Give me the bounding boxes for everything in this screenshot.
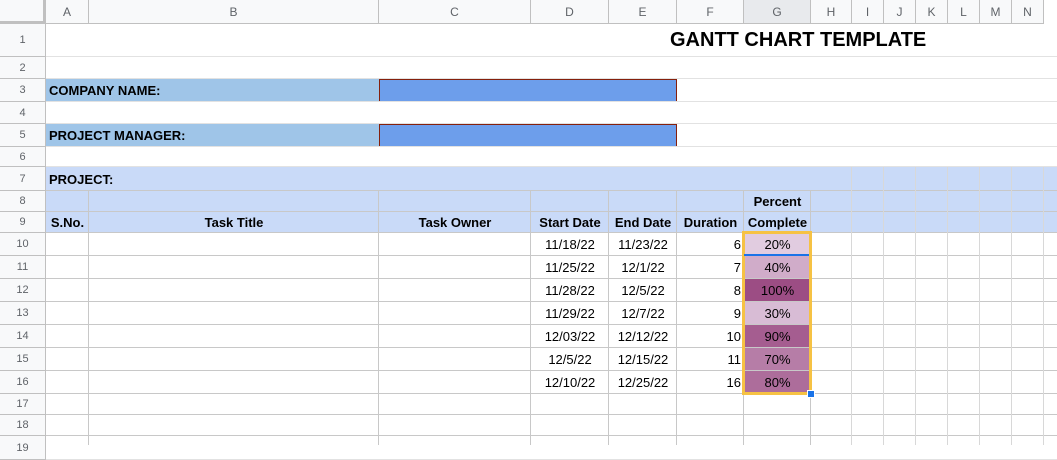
project-label: PROJECT: [49, 171, 114, 187]
gantt-header-fill[interactable] [811, 191, 1057, 233]
column-gridline-top [1011, 24, 1012, 167]
row-header-11[interactable]: 11 [0, 256, 46, 279]
column-gridline [851, 167, 852, 445]
task-owner-header: Task Owner [418, 215, 492, 230]
row-header-19[interactable]: 19 [0, 436, 46, 460]
duration-cell[interactable]: 10 [677, 325, 744, 348]
end-date-cell[interactable]: 12/15/22 [609, 348, 677, 371]
end-date-cell[interactable]: 12/1/22 [609, 256, 677, 279]
row-header-9[interactable]: 9 [0, 212, 46, 233]
column-gridline [979, 167, 980, 445]
row-gridline [46, 146, 1057, 147]
company-name-label: COMPANY NAME: [49, 83, 161, 98]
fill-handle[interactable] [807, 390, 815, 398]
start-date-cell[interactable]: 11/25/22 [531, 256, 609, 279]
row-gridline [46, 166, 1057, 167]
row-gridline [46, 190, 1057, 191]
row-gridline [46, 78, 1057, 79]
project-manager-label: PROJECT MANAGER: [49, 128, 186, 143]
row-header-15[interactable]: 15 [0, 348, 46, 371]
start-date-cell[interactable]: 12/10/22 [531, 371, 609, 394]
duration-cell[interactable]: 8 [677, 279, 744, 302]
column-gridline [1011, 167, 1012, 445]
column-header-l[interactable]: L [948, 0, 980, 24]
end-date-cell[interactable]: 12/7/22 [609, 302, 677, 325]
row-header-14[interactable]: 14 [0, 325, 46, 348]
row-header-7[interactable]: 7 [0, 167, 46, 191]
duration-cell[interactable]: 7 [677, 256, 744, 279]
sno-header: S.No. [50, 215, 85, 230]
column-header-a[interactable]: A [46, 0, 89, 24]
percent-header-line1: Percent [753, 194, 802, 209]
column-header-j[interactable]: J [884, 0, 916, 24]
column-gridline [947, 167, 948, 445]
row-header-2[interactable]: 2 [0, 57, 46, 79]
column-gridline [1043, 167, 1044, 445]
start-date-cell[interactable]: 12/5/22 [531, 348, 609, 371]
column-header-f[interactable]: F [677, 0, 744, 24]
duration-cell[interactable]: 6 [677, 233, 744, 256]
row-header-10[interactable]: 10 [0, 233, 46, 256]
row-gridline [46, 123, 1057, 124]
row-header-8[interactable]: 8 [0, 191, 46, 212]
row-header-17[interactable]: 17 [0, 394, 46, 415]
duration-cell[interactable]: 16 [677, 371, 744, 394]
column-header-d[interactable]: D [531, 0, 609, 24]
task-title-header: Task Title [204, 215, 264, 230]
column-header-b[interactable]: B [89, 0, 379, 24]
start-date-cell[interactable]: 12/03/22 [531, 325, 609, 348]
project-manager-input[interactable] [379, 124, 677, 147]
duration-header: Duration [683, 215, 738, 230]
row-header-4[interactable]: 4 [0, 102, 46, 124]
start-date-cell[interactable]: 11/18/22 [531, 233, 609, 256]
column-header-i[interactable]: I [852, 0, 884, 24]
column-header-e[interactable]: E [609, 0, 677, 24]
row-gridline [46, 435, 1057, 436]
end-date-cell[interactable]: 12/25/22 [609, 371, 677, 394]
select-all-corner[interactable] [0, 0, 46, 24]
end-date-cell[interactable]: 12/5/22 [609, 279, 677, 302]
row-header-3[interactable]: 3 [0, 79, 46, 102]
active-cell-indicator [744, 254, 809, 256]
duration-cell[interactable]: 9 [677, 302, 744, 325]
column-gridline-top [947, 24, 948, 167]
end-date-cell[interactable]: 11/23/22 [609, 233, 677, 256]
column-header-c[interactable]: C [379, 0, 531, 24]
percent-header-line2: Complete [747, 215, 808, 230]
end-date-cell[interactable]: 12/12/22 [609, 325, 677, 348]
row-header-1[interactable]: 1 [0, 24, 46, 57]
page-title: GANTT CHART TEMPLATE [670, 29, 927, 51]
company-name-input[interactable] [379, 79, 677, 102]
column-header-n[interactable]: N [1012, 0, 1044, 24]
project-row-fill[interactable] [46, 167, 1057, 191]
start-date-cell[interactable]: 11/29/22 [531, 302, 609, 325]
column-gridline-top [979, 24, 980, 167]
column-gridline [883, 167, 884, 445]
row-gridline [46, 414, 1057, 415]
row-header-18[interactable]: 18 [0, 415, 46, 436]
row-header-6[interactable]: 6 [0, 147, 46, 167]
column-gridline-top [1043, 24, 1044, 167]
column-header-g[interactable]: G [744, 0, 811, 24]
column-gridline [915, 167, 916, 445]
column-header-m[interactable]: M [980, 0, 1012, 24]
row-gridline [46, 101, 1057, 102]
start-date-cell[interactable]: 11/28/22 [531, 279, 609, 302]
row-header-13[interactable]: 13 [0, 302, 46, 325]
row-header-16[interactable]: 16 [0, 371, 46, 394]
row-header-12[interactable]: 12 [0, 279, 46, 302]
duration-cell[interactable]: 11 [677, 348, 744, 371]
start-date-header: Start Date [539, 215, 601, 230]
spreadsheet-grid[interactable]: A B C D E F G H I J K L M N 1 2 3 4 5 6 7 8 9 10 11 12 13 14 15 16 17 1… [0, 0, 1057, 460]
column-header-h[interactable]: H [811, 0, 852, 24]
row-header-5[interactable]: 5 [0, 124, 46, 147]
column-header-k[interactable]: K [916, 0, 948, 24]
end-date-header: End Date [614, 215, 672, 230]
